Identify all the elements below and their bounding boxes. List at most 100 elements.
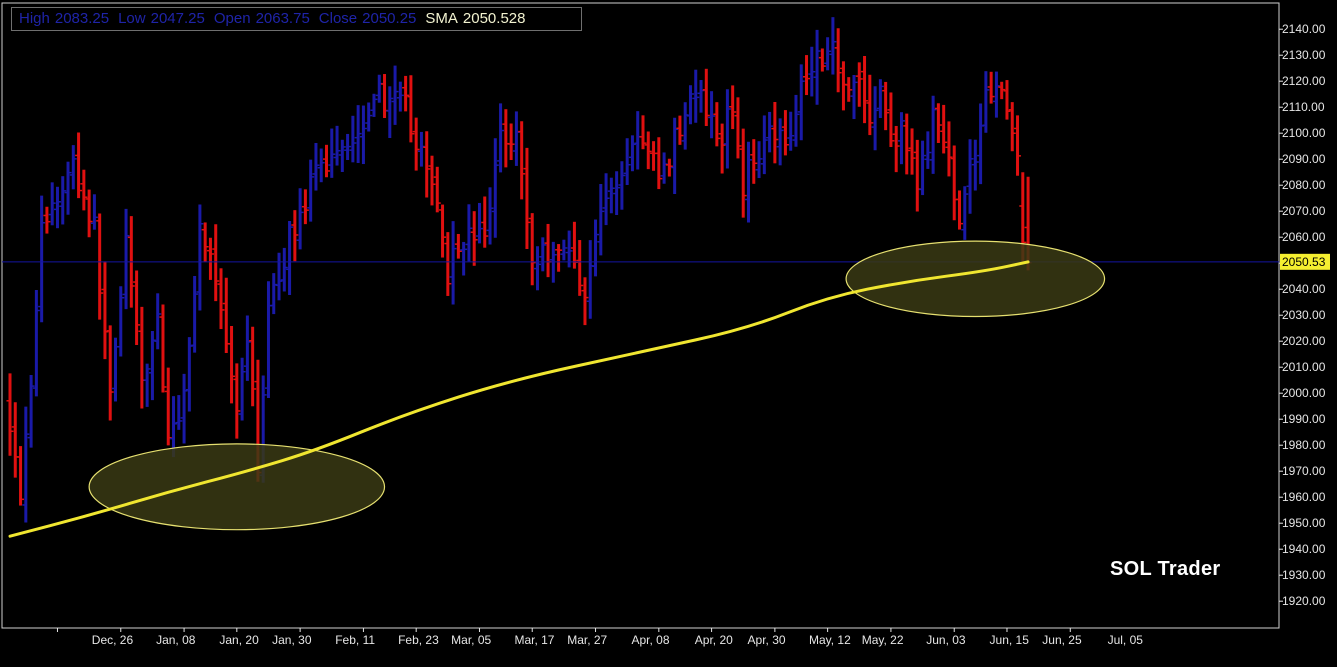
ohlc-bar bbox=[523, 147, 531, 250]
ohlc-bar bbox=[365, 102, 373, 132]
x-tick-label: May, 12 bbox=[809, 633, 851, 647]
ohlc-bar bbox=[359, 105, 367, 165]
ohlc-bar bbox=[59, 176, 67, 225]
ohlc-bar bbox=[776, 118, 784, 166]
ohlc-bar bbox=[929, 95, 937, 174]
ohlc-bar bbox=[301, 189, 309, 225]
ohlc-bar bbox=[391, 65, 399, 125]
ohlc-bar bbox=[760, 115, 768, 175]
x-tick-label: Feb, 23 bbox=[398, 633, 439, 647]
ohlc-bar bbox=[613, 171, 621, 215]
y-tick-label: 1960.00 bbox=[1282, 490, 1326, 504]
ohlc-bar bbox=[106, 325, 114, 421]
legend-open-value: 2063.75 bbox=[255, 10, 310, 27]
ohlc-bar bbox=[412, 117, 420, 171]
ohlc-bar bbox=[90, 194, 98, 230]
ohlc-bar bbox=[191, 275, 199, 353]
y-tick-label: 2110.00 bbox=[1282, 100, 1325, 114]
y-tick-label: 2130.00 bbox=[1282, 48, 1326, 62]
ohlc-bar bbox=[423, 131, 431, 198]
ohlc-bar bbox=[940, 104, 948, 154]
y-tick-label: 2070.00 bbox=[1282, 204, 1326, 218]
ohlc-bar bbox=[829, 17, 837, 75]
ohlc-bar bbox=[982, 71, 990, 133]
ohlc-bar bbox=[502, 109, 510, 168]
ohlc-bar bbox=[919, 140, 927, 196]
ohlc-bar bbox=[454, 233, 462, 259]
ohlc-bar bbox=[956, 190, 963, 230]
y-tick-label: 1930.00 bbox=[1282, 568, 1326, 582]
ohlc-bar bbox=[555, 244, 563, 272]
x-tick-label: Feb, 11 bbox=[335, 633, 375, 647]
ohlc-bar bbox=[745, 141, 752, 223]
ohlc-bar bbox=[512, 111, 520, 166]
ohlc-bar bbox=[544, 223, 552, 278]
ohlc-bar bbox=[349, 115, 357, 163]
ohlc-bar bbox=[623, 138, 631, 185]
ohlc-bar bbox=[64, 161, 72, 215]
ohlc-bar bbox=[159, 304, 167, 393]
ohlc-bar bbox=[607, 177, 615, 214]
ohlc-bar bbox=[117, 286, 125, 357]
ohlc-bar bbox=[803, 55, 811, 96]
ohlc-bar bbox=[992, 71, 1000, 118]
ohlc-bar bbox=[75, 132, 83, 199]
legend-high-value: 2083.25 bbox=[54, 10, 110, 27]
ohlc-bar bbox=[739, 128, 747, 218]
ohlc-bar bbox=[639, 115, 647, 150]
ohlc-bar bbox=[697, 80, 705, 113]
y-tick-label: 2090.00 bbox=[1282, 152, 1326, 166]
ohlc-bar bbox=[497, 103, 505, 173]
ohlc-bar bbox=[961, 186, 969, 240]
x-tick-label: Jul, 05 bbox=[1108, 633, 1144, 647]
ohlc-bar bbox=[296, 188, 304, 250]
ohlc-bar bbox=[323, 144, 330, 178]
ohlc-bar bbox=[48, 182, 56, 226]
ohlc-bar bbox=[892, 125, 900, 173]
legend-close-value: 2050.25 bbox=[362, 10, 417, 27]
ohlc-bar bbox=[444, 232, 452, 296]
x-tick-label: Jan, 08 bbox=[156, 633, 196, 647]
ohlc-bar bbox=[834, 28, 842, 93]
ohlc-bar bbox=[634, 111, 642, 170]
ohlc-bar bbox=[138, 306, 146, 409]
ohlc-bar bbox=[217, 268, 225, 330]
y-tick-label: 1950.00 bbox=[1282, 516, 1326, 530]
ohlc-bar bbox=[27, 374, 35, 448]
x-tick-label: Apr, 30 bbox=[748, 633, 786, 647]
ohlc-bar bbox=[876, 79, 884, 119]
legend-sma-label: SMA bbox=[425, 10, 458, 27]
ohlc-bar bbox=[460, 241, 468, 276]
highlight-ellipse bbox=[88, 443, 386, 531]
ohlc-bar bbox=[491, 138, 499, 238]
ohlc-bar bbox=[6, 373, 14, 456]
ohlc-bar bbox=[528, 213, 536, 286]
ohlc-bar bbox=[766, 111, 774, 153]
ohlc-bar bbox=[1008, 102, 1016, 152]
ohlc-bar bbox=[507, 123, 515, 161]
ohlc-bar bbox=[222, 277, 230, 354]
ohlc-bar bbox=[750, 139, 758, 184]
ohlc-bar bbox=[518, 121, 526, 200]
ohlc-bar bbox=[249, 326, 257, 407]
ohlc-bar bbox=[402, 75, 410, 112]
ohlc-bar bbox=[428, 155, 436, 206]
y-tick-label: 2060.00 bbox=[1282, 230, 1326, 244]
x-tick-label: Apr, 20 bbox=[695, 633, 733, 647]
ohlc-bar bbox=[908, 128, 916, 175]
x-tick-label: Dec, 26 bbox=[92, 633, 134, 647]
ohlc-bar bbox=[164, 367, 172, 446]
ohlc-bar bbox=[650, 141, 658, 171]
ohlc-bar bbox=[38, 195, 46, 323]
x-tick-label: Jan, 30 bbox=[272, 633, 312, 647]
y-tick-label: 2080.00 bbox=[1282, 178, 1326, 192]
y-tick-label: 2120.00 bbox=[1282, 74, 1326, 88]
x-tick-label: Jun, 15 bbox=[990, 633, 1030, 647]
watermark-text: SOL Trader bbox=[1110, 558, 1221, 580]
ohlc-bar bbox=[206, 237, 214, 280]
ohlc-bar bbox=[861, 56, 869, 124]
ohlc-bar bbox=[122, 208, 130, 310]
ohlc-bar bbox=[797, 64, 805, 141]
ohlc-bar bbox=[718, 123, 726, 174]
ohlc-bar bbox=[333, 125, 341, 166]
